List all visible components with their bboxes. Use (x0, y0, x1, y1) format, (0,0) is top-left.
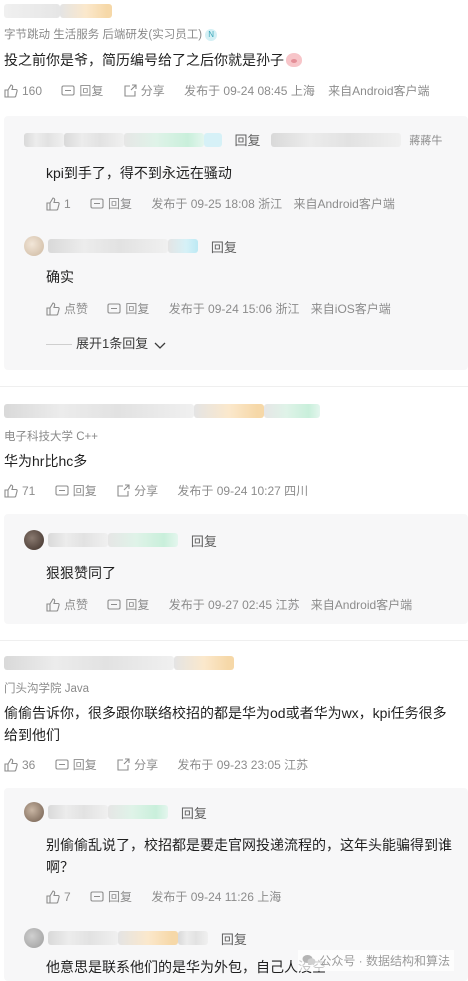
comment-author-name[interactable] (4, 2, 112, 22)
thumbs-up-icon (46, 890, 60, 904)
comment-divider (0, 640, 468, 641)
reply-button[interactable]: 回复 (55, 756, 97, 773)
comment-text: 投之前你是爷，简历编号给了之后你就是孙子 (4, 49, 458, 71)
publish-time: 发布于 09-25 18:08 浙江 (151, 197, 283, 211)
share-icon (124, 84, 137, 97)
reply-author-row[interactable]: 回复 (24, 928, 247, 948)
like-button[interactable]: 36 (4, 758, 35, 772)
reply-button[interactable]: 回复 (61, 82, 103, 99)
thumbs-up-icon (4, 757, 18, 772)
like-button[interactable]: 160 (4, 84, 42, 98)
reply-to-label[interactable]: 回复 (221, 932, 247, 947)
replies-panel: 回复 狠狠赞同了 点赞 回复 发布于 09-27 02:45 江苏 来自Andr… (4, 514, 468, 624)
chat-bubble-icon (61, 85, 75, 96)
like-button[interactable]: 7 (46, 890, 71, 904)
thumbs-up-icon (46, 197, 60, 211)
reply-actions: 7 回复 发布于 09-24 11:26 上海 (46, 888, 289, 905)
share-button[interactable]: 分享 (123, 82, 165, 99)
share-icon (117, 758, 130, 771)
share-button[interactable]: 分享 (116, 756, 158, 773)
share-button[interactable]: 分享 (116, 482, 158, 499)
reply-text: 确实 (46, 269, 74, 285)
comment-actions: 71 回复 分享 发布于 09-24 10:27 四川 (4, 482, 318, 500)
avatar[interactable] (24, 530, 44, 550)
like-button[interactable]: 点赞 (46, 596, 88, 613)
publish-time: 发布于 09-24 15:06 浙江 (168, 302, 300, 316)
client-source: 来自Android客户端 (310, 598, 413, 612)
chat-bubble-icon (55, 759, 69, 770)
comment-actions: 160 回复 分享 发布于 09-24 08:45 上海 来自Android客户… (4, 82, 440, 100)
reply-button[interactable]: 回复 (55, 482, 97, 499)
comment-author-name[interactable] (4, 654, 234, 674)
divider (46, 344, 72, 346)
comment-actions: 36 回复 分享 发布于 09-23 23:05 江苏 (4, 756, 318, 774)
comment-author-name[interactable] (4, 402, 320, 422)
author-tagline: 字节跳动 生活服务 后端研发(实习员工) N (4, 26, 218, 42)
reply-author-row[interactable]: 回复 (24, 236, 237, 256)
client-source: 来自iOS客户端 (310, 302, 391, 316)
comment-divider (0, 386, 468, 387)
avatar[interactable] (24, 802, 44, 822)
reply-to-label[interactable]: 回复 (191, 534, 217, 549)
expand-replies-button[interactable]: 展开1条回复 (46, 333, 166, 352)
reply-button[interactable]: 回复 (107, 596, 149, 613)
comment-text: 华为hr比hc多 (4, 453, 88, 469)
avatar[interactable] (24, 928, 44, 948)
reply-actions: 点赞 回复 发布于 09-24 15:06 浙江 来自iOS客户端 (46, 300, 399, 317)
reply-to-label[interactable]: 回复 (181, 806, 207, 821)
pig-emoji-icon (286, 53, 302, 67)
publish-time: 发布于 09-27 02:45 江苏 (168, 598, 300, 612)
replied-user-name[interactable]: 蔣蔣牛 (409, 135, 442, 147)
like-button[interactable]: 1 (46, 197, 71, 211)
reply-text: 别偷偷乱说了，校招都是要走官网投递流程的，这年头能骗得到谁啊？ (46, 837, 452, 875)
reply-button[interactable]: 回复 (90, 888, 132, 905)
thumbs-up-icon (46, 598, 60, 612)
reply-author-row[interactable]: 回复 (24, 802, 207, 822)
chat-bubble-icon (90, 198, 104, 209)
replies-panel: 回复 蔣蔣牛 kpi到手了，得不到永远在骚动 1 回复 发布于 09-25 18… (4, 116, 468, 370)
reply-button[interactable]: 回复 (90, 195, 132, 212)
avatar[interactable] (24, 236, 44, 256)
client-source: 来自Android客户端 (293, 197, 395, 211)
watermark: 公众号 · 数据结构和算法 (298, 950, 454, 971)
publish-time: 发布于 09-23 23:05 江苏 (177, 758, 309, 772)
chat-bubble-icon (107, 303, 121, 314)
chat-bubble-icon (107, 599, 121, 610)
reply-button[interactable]: 回复 (107, 300, 149, 317)
wechat-icon (302, 955, 316, 965)
publish-time: 发布于 09-24 08:45 上海 (184, 84, 315, 98)
client-source: 来自Android客户端 (328, 84, 430, 98)
reply-to-label[interactable]: 回复 (211, 240, 237, 255)
chat-bubble-icon (55, 485, 69, 496)
author-tagline: 电子科技大学 C++ (4, 431, 98, 443)
badge-icon: N (205, 28, 218, 41)
comment-text: 偷偷告诉你，很多跟你联络校招的都是华为od或者华为wx，kpi任务很多给到他们 (4, 705, 447, 743)
like-button[interactable]: 71 (4, 484, 35, 498)
thumbs-up-icon (4, 483, 18, 498)
thumbs-up-icon (4, 83, 18, 98)
chat-bubble-icon (90, 891, 104, 902)
author-tagline: 门头沟学院 Java (4, 683, 89, 695)
reply-to-label[interactable]: 回复 (234, 133, 260, 148)
reply-actions: 点赞 回复 发布于 09-27 02:45 江苏 来自Android客户端 (46, 596, 420, 613)
like-button[interactable]: 点赞 (46, 300, 88, 317)
reply-author-row[interactable]: 回复 (24, 530, 217, 550)
reply-author-row[interactable]: 回复 蔣蔣牛 (24, 130, 442, 150)
thumbs-up-icon (46, 302, 60, 316)
share-icon (117, 484, 130, 497)
publish-time: 发布于 09-24 10:27 四川 (177, 484, 309, 498)
reply-actions: 1 回复 发布于 09-25 18:08 浙江 来自Android客户端 (46, 195, 403, 212)
reply-text: 狠狠赞同了 (46, 565, 116, 581)
reply-text: kpi到手了，得不到永远在骚动 (46, 165, 232, 181)
chevron-down-icon (154, 342, 166, 349)
publish-time: 发布于 09-24 11:26 上海 (151, 890, 282, 904)
